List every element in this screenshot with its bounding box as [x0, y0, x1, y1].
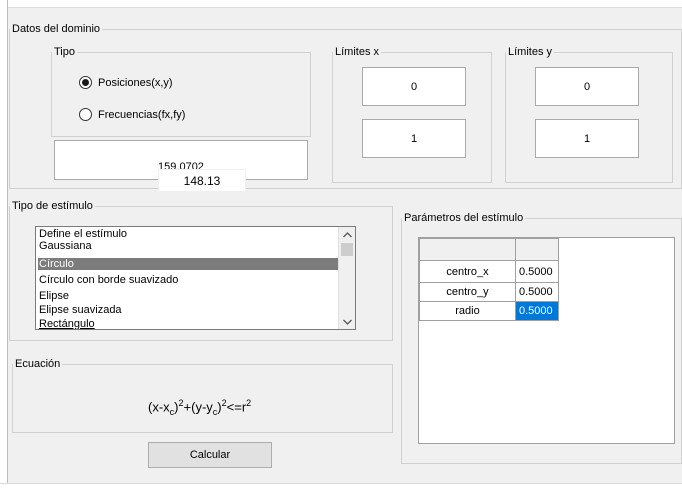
limits-x-max-input[interactable]: 1	[362, 119, 466, 158]
radio-unselected-icon	[79, 108, 92, 121]
tipo-group-title: Tipo	[54, 46, 75, 58]
chevron-down-icon[interactable]	[339, 314, 355, 329]
table-cell-selected[interactable]: 0.5000	[515, 301, 559, 321]
scroll-thumb[interactable]	[341, 243, 353, 256]
value-tooltip-text: 148.13	[183, 173, 221, 188]
params-table: centro_x 0.5000 centro_y 0.5000 radio 0.…	[418, 237, 675, 444]
limits-x-min-input[interactable]: 0	[362, 67, 466, 106]
list-item[interactable]: Círculo con borde suavizado	[38, 274, 343, 286]
equation-panel: Ecuación	[12, 358, 393, 433]
table-row-header[interactable]: radio	[419, 301, 516, 321]
list-item[interactable]: Gaussiana	[38, 240, 343, 252]
table-row-header[interactable]: centro_x	[419, 260, 516, 283]
table-cell[interactable]: 0.5000	[515, 260, 559, 283]
radio-posiciones[interactable]: Posiciones(x,y)	[79, 76, 173, 89]
radio-frecuencias-label: Frecuencias(fx,fy)	[98, 108, 186, 121]
tipo-group: Tipo	[51, 46, 311, 137]
table-corner-cell	[419, 238, 516, 261]
row-name: radio	[455, 305, 480, 317]
radio-selected-icon	[79, 76, 92, 89]
table-column-header[interactable]	[515, 238, 559, 261]
domain-panel-title: Datos del dominio	[12, 23, 101, 35]
value-tooltip: 148.13	[158, 169, 246, 192]
table-row-header[interactable]: centro_y	[419, 282, 516, 302]
limits-x-title: Límites x	[335, 46, 380, 58]
list-item[interactable]: Elipse	[38, 290, 343, 302]
row-name: centro_y	[446, 286, 489, 298]
equation-text: (x-xc)2+(y-yc)2<=r2	[148, 398, 252, 417]
chevron-up-icon[interactable]	[339, 227, 355, 242]
cell-value: 0.5000	[519, 286, 553, 298]
limits-y-title: Límites y	[508, 46, 553, 58]
listbox-scrollbar[interactable]	[338, 227, 355, 329]
window-left-edge	[0, 0, 8, 490]
equation-title: Ecuación	[15, 358, 61, 370]
radio-frecuencias[interactable]: Frecuencias(fx,fy)	[79, 108, 185, 121]
limits-y-min-value: 0	[583, 80, 591, 93]
window-top-edge	[0, 0, 682, 8]
params-title: Parámetros del estímulo	[404, 212, 524, 224]
limits-y-min-input[interactable]: 0	[535, 67, 639, 106]
limits-x-min-value: 0	[410, 80, 418, 93]
stimulus-listbox[interactable]: Define el estímulo Gaussiana Círculo Cír…	[35, 226, 356, 330]
calculate-button[interactable]: Calcular	[148, 442, 272, 468]
limits-y-max-input[interactable]: 1	[535, 119, 639, 158]
list-item[interactable]: Define el estímulo	[38, 228, 343, 240]
calculate-button-label: Calcular	[189, 449, 231, 461]
limits-x-max-value: 1	[410, 132, 418, 145]
list-item-selected[interactable]: Círculo	[38, 258, 343, 270]
limits-y-max-value: 1	[583, 132, 591, 145]
stimulus-type-title: Tipo de estímulo	[12, 200, 93, 212]
cell-value: 0.5000	[519, 305, 553, 317]
table-cell[interactable]: 0.5000	[515, 282, 559, 302]
radio-posiciones-label: Posiciones(x,y)	[98, 76, 173, 89]
cell-value: 0.5000	[519, 265, 553, 278]
list-item[interactable]: Elipse suavizada	[38, 304, 343, 316]
list-item[interactable]: Rectángulo	[38, 318, 343, 329]
row-name: centro_x	[446, 265, 489, 278]
